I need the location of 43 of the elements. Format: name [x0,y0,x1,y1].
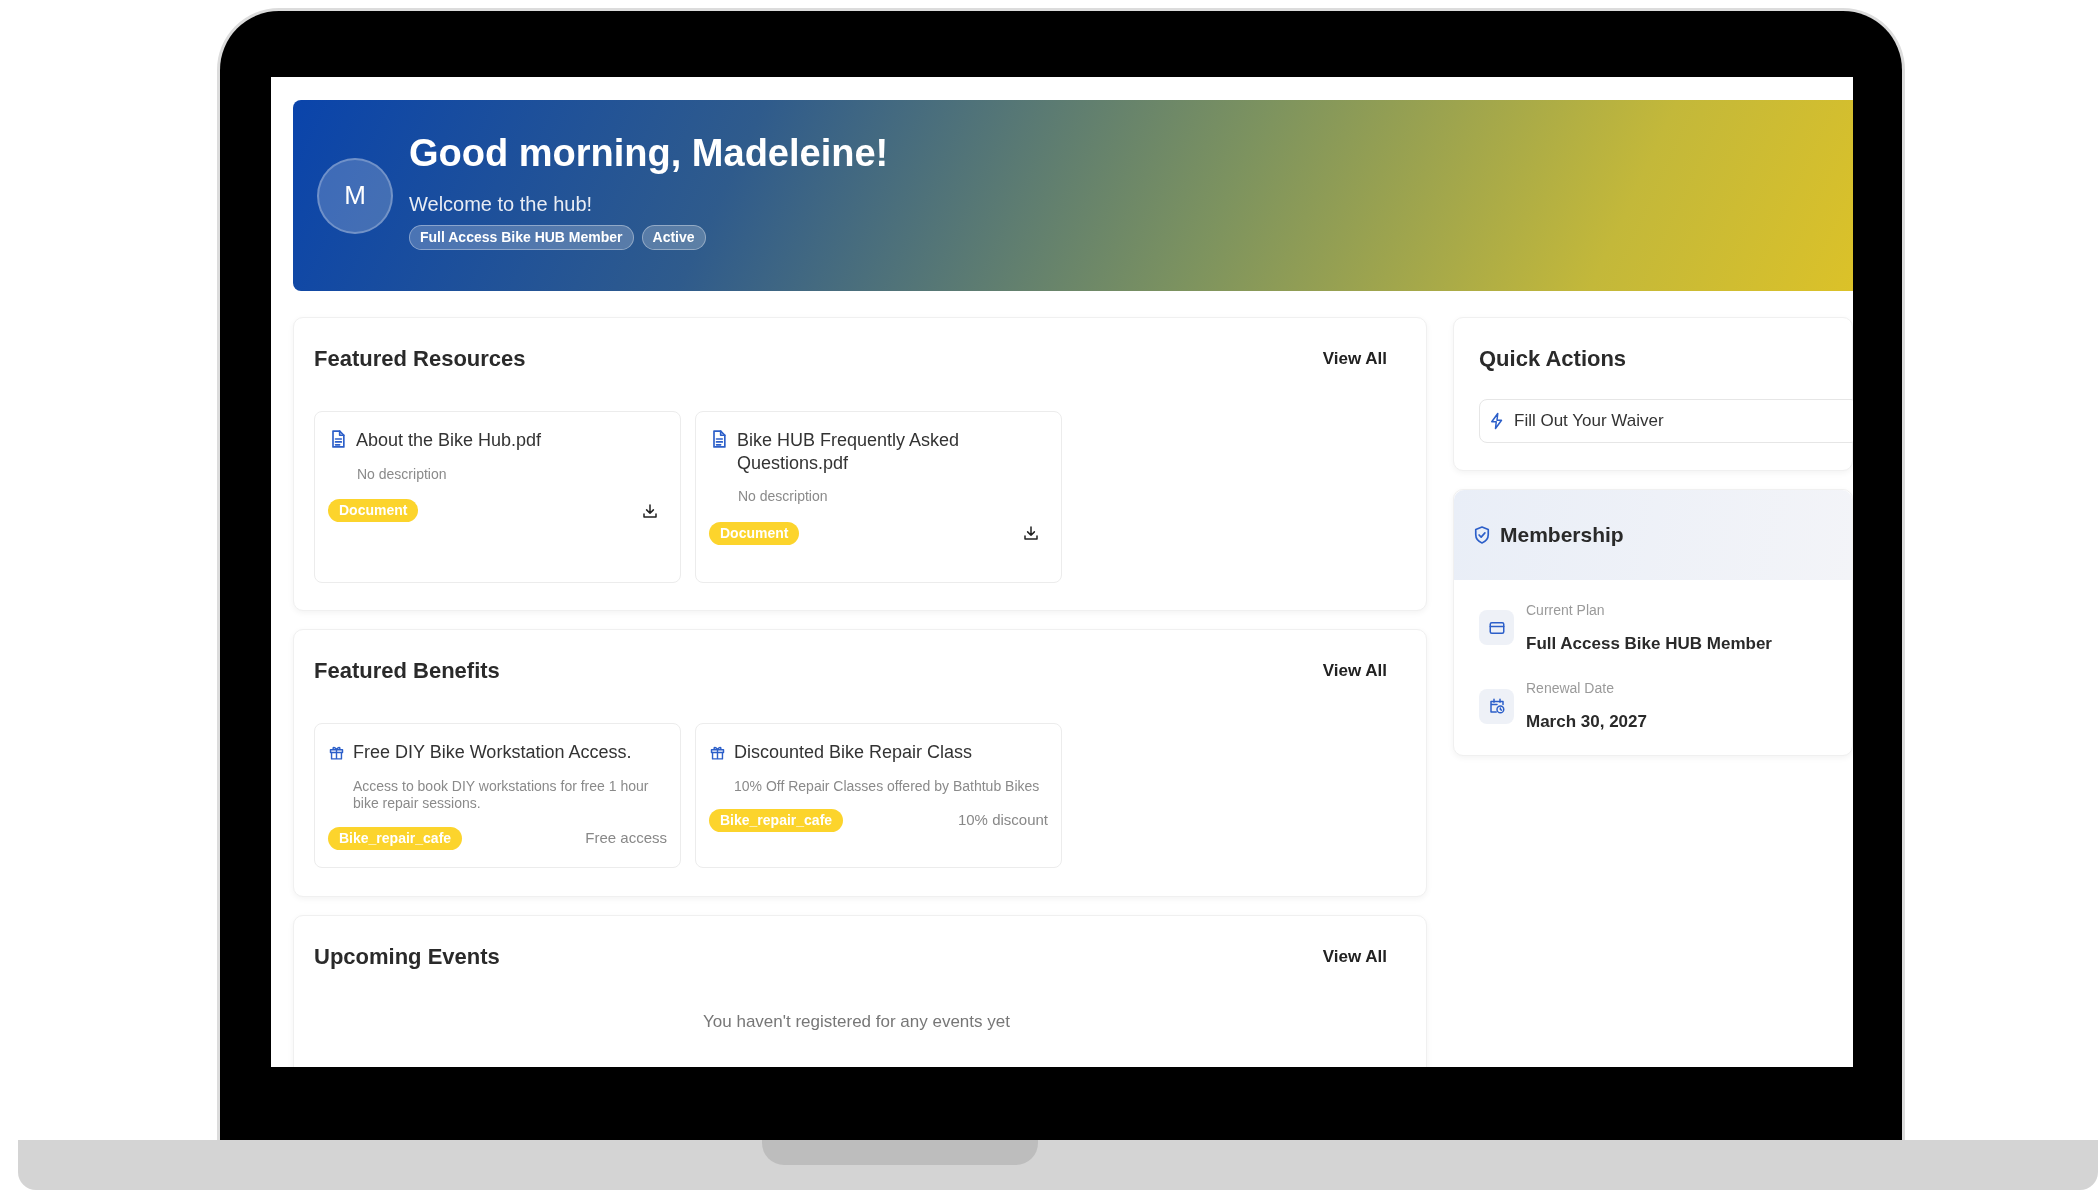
benefit-description: Access to book DIY workstations for free 1 hour bike repair sessions. [353,777,650,813]
field-value: Full Access Bike HUB Member [1526,632,1772,655]
benefit-value: Free access [585,827,667,848]
resource-description: No description [738,488,829,506]
shield-check-icon [1472,524,1492,545]
membership-tag: Full Access Bike HUB Member [409,224,634,250]
resource-title: About the Bike Hub.pdf [356,429,542,452]
section-title: Featured Resources [314,345,526,373]
field-label: Current Plan [1526,600,1606,620]
view-all-link[interactable]: View All [1322,943,1387,970]
section-title: Featured Benefits [314,657,500,685]
view-all-link[interactable]: View All [1322,345,1387,372]
benefit-title: Discounted Bike Repair Class [734,741,973,764]
membership-tag: Active [641,224,706,250]
benefit-category-tag: Bike_repair_cafe [328,826,463,850]
calendar-clock-icon [1487,697,1506,716]
download-button[interactable] [1022,524,1040,542]
benefit-description: 10% Off Repair Classes offered by Bathtub Bikes [734,777,1040,795]
section-title: Quick Actions [1479,345,1628,373]
benefit-card[interactable]: Free DIY Bike Workstation Access. Access to book DIY workstations for free 1 hour bike repair sessions. Bike_repair_cafe Free access [314,723,681,868]
resource-type-tag: Document [709,521,800,545]
field-label: Renewal Date [1526,679,1615,698]
empty-events-message: You haven't registered for any events yet [702,1011,1011,1033]
download-button[interactable] [641,501,659,520]
download-icon [641,501,659,520]
download-icon [1022,524,1040,542]
benefit-card[interactable]: Discounted Bike Repair Class 10% Off Repair Classes offered by Bathtub Bikes Bike_repair_cafe 10% discount [695,723,1062,868]
membership-title: Membership [1500,521,1624,548]
avatar: M [317,157,393,234]
resource-card[interactable]: Bike HUB Frequently Asked Questions.pdf No description Document [695,411,1062,583]
section-title: Upcoming Events [314,943,500,971]
resource-description: No description [357,465,448,483]
resource-card[interactable]: About the Bike Hub.pdf No description Document [314,411,681,583]
resource-type-tag: Document [328,499,419,522]
welcome-text: Welcome to the hub! [409,191,594,217]
benefit-title: Free DIY Bike Workstation Access. [353,741,632,764]
benefit-category-tag: Bike_repair_cafe [709,809,844,832]
quick-action-button[interactable]: Fill Out Your Waiver [1479,399,1853,443]
view-all-link[interactable]: View All [1322,657,1387,684]
resource-title: Bike HUB Frequently Asked Questions.pdf [737,429,961,474]
greeting-title: Good morning, Madeleine! [409,133,889,175]
field-value: March 30, 2027 [1526,711,1647,733]
benefit-value: 10% discount [957,810,1048,831]
